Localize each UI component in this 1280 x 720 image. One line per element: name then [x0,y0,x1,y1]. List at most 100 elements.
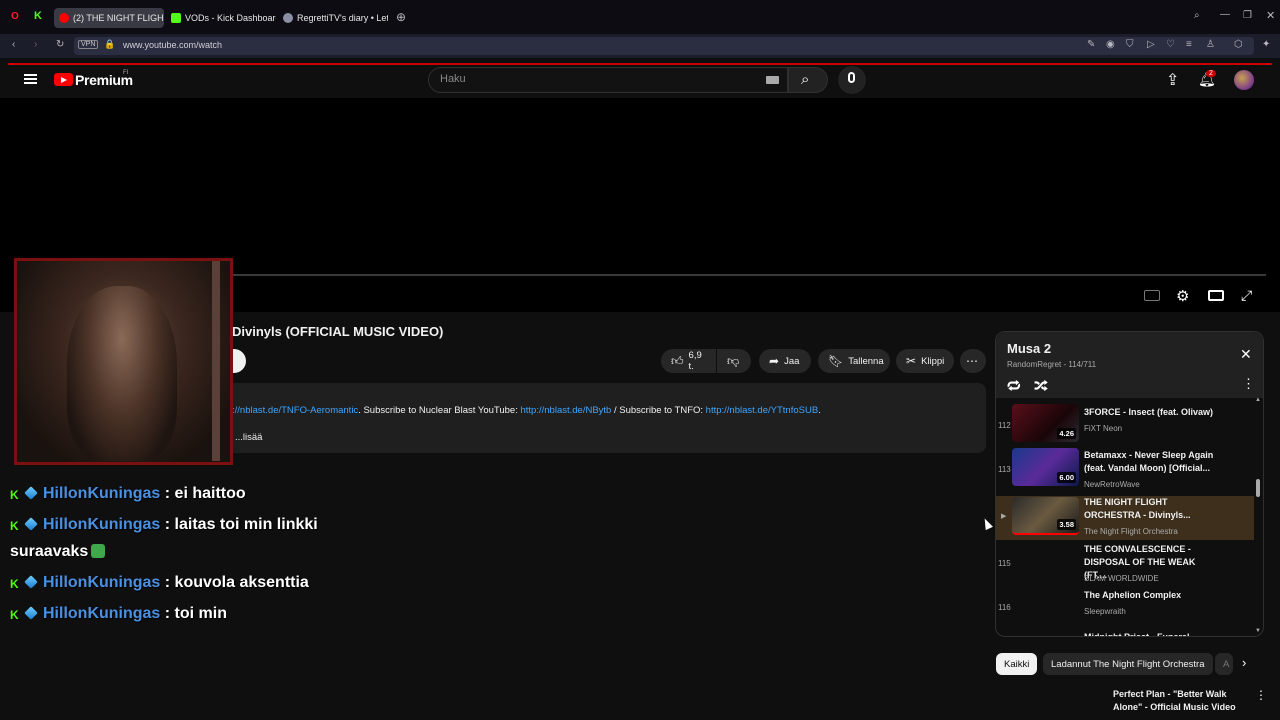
clip-button[interactable]: ✂ Klippi [896,349,954,373]
new-tab-icon[interactable]: ⊕ [396,10,406,24]
close-window-icon[interactable]: ✕ [1266,9,1275,22]
chat-text: : toi min [164,605,227,622]
fullscreen-icon[interactable]: ⤢ [1241,287,1252,304]
recommended-video-title[interactable]: Perfect Plan - "Better Walk Alone" - Off… [1113,688,1248,714]
playlist-item-thumbnail[interactable]: 6.00 [1012,448,1079,486]
settings-gear-icon[interactable]: ⚙ [1176,287,1189,305]
playlist-item-title[interactable]: THE NIGHT FLIGHT ORCHESTRA - Divinyls... [1084,496,1219,522]
profile-icon[interactable]: ♙ [1206,39,1215,50]
search-button[interactable]: ⌕ [788,67,828,93]
more-actions-button[interactable]: ⋯ [960,349,986,373]
reload-icon[interactable]: ↻ [56,39,64,50]
description-link[interactable]: ://nblast.de/TNFO-Aeromantic [232,405,358,416]
loop-icon[interactable]: 🔁︎ [1007,375,1021,396]
playlist-position: 114/711 [1068,360,1097,369]
chips-next-icon[interactable]: › [1242,655,1246,670]
lock-icon: 🔒 [104,39,116,49]
hamburger-menu-icon[interactable] [24,74,37,84]
url-text[interactable]: www.youtube.com/watch [123,40,222,50]
ai-icon[interactable]: ✦ [1262,39,1270,50]
duration-badge: 4.26 [1057,428,1076,439]
search-input[interactable] [428,67,788,93]
minimize-icon[interactable]: — [1220,9,1230,20]
playlist-item-index: 112 [998,421,1011,430]
youtube-logo-icon[interactable] [54,73,73,86]
chat-text: : laitas toi min linkki [164,516,318,533]
tab-kick-dashboard[interactable]: VODs - Kick Dashboard [166,8,276,28]
camera-icon[interactable]: ◉ [1106,39,1115,50]
forward-icon[interactable]: › [34,39,37,50]
opera-icon[interactable]: O [11,11,19,22]
theater-mode-icon[interactable] [1208,290,1224,301]
kick-icon[interactable]: K [34,10,42,22]
kick-favicon-icon [171,13,181,23]
bookmark-icon: 🔖︎ [828,354,844,368]
webcam-person [67,286,177,461]
playlist-item-channel: SLAM WORLDWIDE [1084,574,1159,583]
playlist-item-thumbnail[interactable]: 3.58 [1012,497,1079,535]
playlist-item-thumbnail[interactable]: 4.26 [1012,404,1079,442]
playlist-title[interactable]: Musa 2 [1007,341,1051,356]
playlist-item-title[interactable]: 3FORCE - Insect (feat. Olivaw) [1084,406,1219,419]
restore-icon[interactable]: ❐ [1243,10,1252,21]
description-text: ://nblast.de/TNFO-Aeromantic. Subscribe … [232,405,821,416]
playlist-menu-icon[interactable]: ⋮ [1242,376,1255,392]
chip-all[interactable]: Kaikki [996,653,1038,675]
chip-more[interactable]: A [1215,653,1233,675]
menu-list-icon[interactable]: ≡ [1186,39,1192,50]
youtube-favicon-icon [59,13,69,23]
save-button[interactable]: 🔖︎ Tallenna [818,349,890,373]
cube-badge-icon [24,575,38,589]
playlist-item-index: 116 [998,603,1011,612]
subtitles-icon[interactable] [1144,290,1160,301]
scissors-icon: ✂ [906,354,917,368]
duration-badge: 6.00 [1057,472,1076,483]
scroll-down-icon[interactable]: ▼ [1255,628,1261,634]
search-tabs-icon[interactable]: ⌕ [1194,10,1200,21]
description-box[interactable] [232,383,986,453]
voice-search-button[interactable] [838,66,866,94]
playlist-item-title[interactable]: Betamaxx - Never Sleep Again (feat. Vand… [1084,449,1219,475]
vpn-badge[interactable]: VPN [78,40,99,49]
url-field[interactable] [74,37,1254,55]
like-button[interactable]: 👍︎ 6,9 t. [661,349,716,373]
cube-badge-icon [24,517,38,531]
dislike-button[interactable]: 👎︎ [717,349,751,373]
tab-label: (2) THE NIGHT FLIGHT OR [73,13,164,23]
play-icon[interactable]: ▷ [1147,39,1155,50]
shuffle-icon[interactable]: 🔀︎ [1034,375,1048,396]
description-part: . [818,405,821,416]
shield-icon[interactable]: ⛉ [1126,39,1134,50]
playlist-owner[interactable]: RandomRegret [1007,360,1061,369]
extension-icon[interactable]: ⬡ [1234,39,1243,50]
description-link[interactable]: http://nblast.de/NBytb [521,405,612,416]
recommended-video-menu-icon[interactable]: ⋮ [1255,688,1267,702]
playlist-item-channel: FiXT Neon [1084,424,1123,433]
playlist-item-index: 115 [998,559,1011,568]
video-title: Divinyls (OFFICIAL MUSIC VIDEO) [232,324,444,339]
playlist-item-title[interactable]: The Aphelion Complex [1084,589,1219,602]
chip-uploaded-by[interactable]: Ladannut The Night Flight Orchestra [1043,653,1213,675]
chat-text: : kouvola aksenttia [164,574,309,591]
playlist-scrollbar[interactable] [1256,400,1260,632]
chat-username: HillonKuningas [43,574,161,591]
back-icon[interactable]: ‹ [12,39,15,50]
create-upload-icon[interactable]: ⇪ [1166,70,1179,90]
chat-message: K HillonKuningas : kouvola aksenttia [10,574,309,592]
show-more-link[interactable]: ...lisää [235,432,262,443]
avatar[interactable] [1234,70,1254,90]
keyboard-icon[interactable] [766,76,779,84]
heart-icon[interactable]: ♡ [1166,39,1175,50]
scroll-up-icon[interactable]: ▲ [1255,397,1261,403]
tab-youtube[interactable]: (2) THE NIGHT FLIGHT OR [54,8,164,28]
playlist-item-channel: The Night Flight Orchestra [1084,527,1178,536]
tab-letterboxd[interactable]: RegrettiTV's diary • Letterb [278,8,388,28]
share-button[interactable]: ➦ Jaa [759,349,811,373]
playlist-scrollbar-thumb[interactable] [1256,479,1260,497]
description-part: . Subscribe to Nuclear Blast YouTube: [358,405,521,416]
description-link[interactable]: http://nblast.de/YTtnfoSUB [706,405,818,416]
search-icon: ⌕ [801,71,810,88]
close-playlist-icon[interactable]: ✕ [1240,346,1252,363]
edit-icon[interactable]: ✎ [1087,39,1095,50]
playlist-item-title[interactable]: Midnight Priest - Funeral [1084,631,1219,636]
